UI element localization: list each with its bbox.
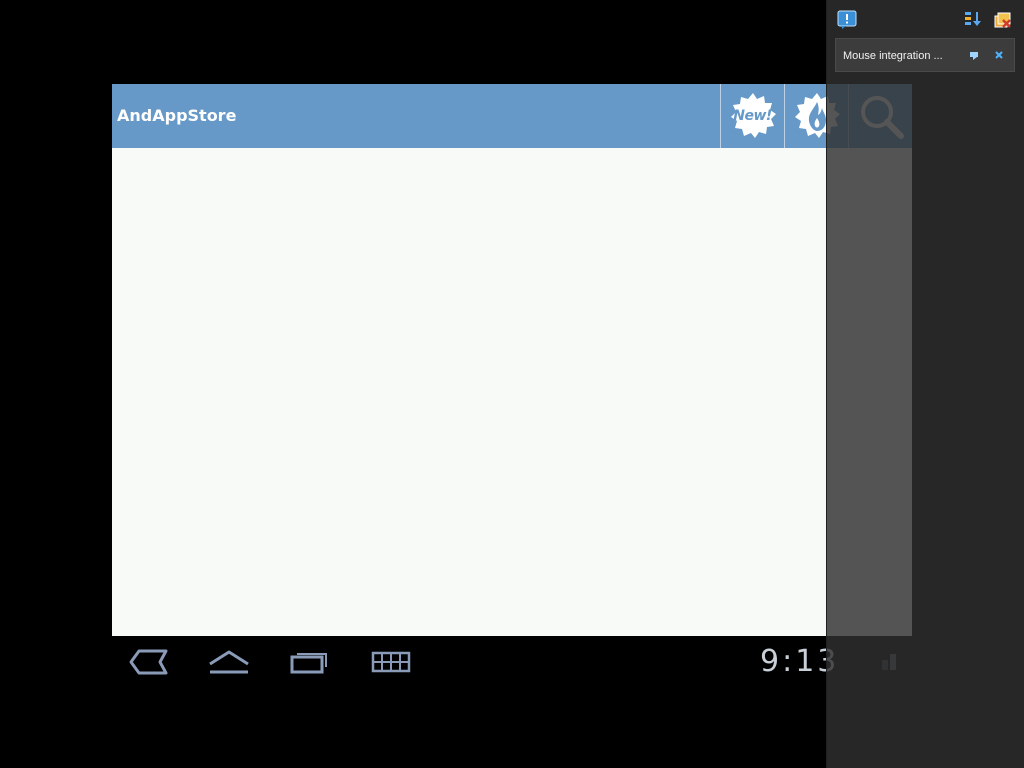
sort-icon[interactable]: [964, 11, 982, 27]
app-title: AndAppStore: [117, 106, 237, 125]
back-button[interactable]: [126, 642, 172, 682]
new-badge-icon: New!: [728, 91, 778, 141]
menu-button[interactable]: [368, 642, 414, 682]
pin-icon[interactable]: [969, 51, 981, 61]
recent-apps-icon: [290, 653, 327, 674]
home-icon: [209, 650, 249, 674]
screen: AndAppStore New! 9:13 Mouse integration …: [0, 0, 1024, 768]
system-bar: 9:13: [112, 636, 912, 688]
new-apps-button[interactable]: New!: [720, 84, 784, 148]
new-badge-label: New!: [733, 108, 772, 124]
action-bar: AndAppStore New!: [112, 84, 912, 148]
notification-item[interactable]: Mouse integration ...: [835, 38, 1015, 72]
menu-icon: [371, 651, 411, 673]
clear-all-icon[interactable]: [994, 11, 1012, 29]
notification-panel-toolbar: [827, 0, 1024, 36]
notification-panel: Mouse integration ...: [826, 0, 1024, 768]
home-button[interactable]: [206, 642, 252, 682]
notification-text: Mouse integration ...: [843, 50, 943, 62]
notification-info-icon[interactable]: [837, 10, 857, 30]
recent-apps-button[interactable]: [286, 642, 332, 682]
app-window: AndAppStore New!: [112, 84, 912, 636]
close-icon[interactable]: [994, 50, 1004, 60]
back-icon: [129, 649, 168, 675]
